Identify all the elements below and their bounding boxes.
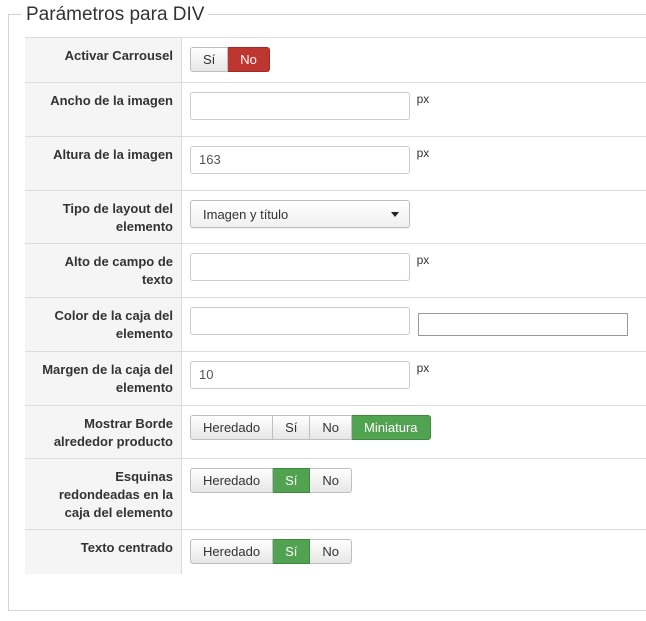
label-color-caja: Color de la caja del elemento — [25, 298, 182, 351]
value-ancho-imagen: px — [182, 83, 646, 136]
color-caja-input[interactable] — [190, 307, 410, 335]
label-tipo-layout: Tipo de layout del elemento — [25, 191, 182, 243]
esquinas-toggle-group: Heredado Sí No — [190, 468, 353, 493]
value-texto-centrado: Heredado Sí No — [182, 530, 646, 574]
row-altura-imagen: Altura de la imagen 163 px — [25, 136, 646, 190]
margen-caja-unit: px — [416, 361, 430, 375]
value-color-caja — [182, 298, 646, 351]
mostrar-borde-toggle-group: Heredado Sí No Miniatura — [190, 415, 431, 440]
texto-centrado-toggle-group: Heredado Sí No — [190, 539, 353, 564]
label-esquinas-redondeadas: Esquinas redondeadas en la caja del elem… — [25, 459, 182, 529]
esquinas-heredado-button[interactable]: Heredado — [190, 468, 274, 493]
row-esquinas-redondeadas: Esquinas redondeadas en la caja del elem… — [25, 458, 646, 529]
value-altura-imagen: 163 px — [182, 137, 646, 190]
ancho-imagen-input[interactable] — [190, 92, 410, 120]
alto-campo-texto-unit: px — [416, 253, 430, 267]
row-mostrar-borde: Mostrar Borde alrededor producto Heredad… — [25, 405, 646, 458]
borde-heredado-button[interactable]: Heredado — [190, 415, 274, 440]
value-alto-campo-texto: px — [182, 244, 646, 297]
ancho-imagen-unit: px — [416, 92, 430, 106]
value-tipo-layout: Imagen y título — [182, 191, 646, 243]
label-alto-campo-texto: Alto de campo de texto — [25, 244, 182, 297]
esquinas-si-button[interactable]: Sí — [273, 468, 311, 493]
altura-imagen-unit: px — [416, 146, 430, 160]
texto-heredado-button[interactable]: Heredado — [190, 539, 274, 564]
value-activar-carrousel: Sí No — [182, 38, 646, 82]
parameters-table: Activar Carrousel Sí No Ancho de la imag… — [25, 37, 646, 574]
label-ancho-imagen: Ancho de la imagen — [25, 83, 182, 136]
label-altura-imagen: Altura de la imagen — [25, 137, 182, 190]
label-margen-caja: Margen de la caja del elemento — [25, 352, 182, 405]
esquinas-no-button[interactable]: No — [310, 468, 353, 493]
carrousel-si-button[interactable]: Sí — [190, 47, 229, 72]
caret-down-icon — [391, 211, 399, 217]
label-texto-centrado: Texto centrado — [25, 530, 182, 574]
row-texto-centrado: Texto centrado Heredado Sí No — [25, 529, 646, 574]
label-mostrar-borde: Mostrar Borde alrededor producto — [25, 406, 182, 458]
margen-caja-input[interactable]: 10 — [190, 361, 410, 389]
alto-campo-texto-input[interactable] — [190, 253, 410, 281]
carrousel-toggle-group: Sí No — [190, 47, 270, 72]
altura-imagen-input[interactable]: 163 — [190, 146, 410, 174]
texto-no-button[interactable]: No — [310, 539, 353, 564]
row-color-caja: Color de la caja del elemento — [25, 297, 646, 351]
color-caja-swatch[interactable] — [417, 313, 628, 336]
borde-no-button[interactable]: No — [310, 415, 353, 440]
borde-miniatura-button[interactable]: Miniatura — [352, 415, 431, 440]
label-activar-carrousel: Activar Carrousel — [25, 38, 182, 82]
carrousel-no-button[interactable]: No — [228, 47, 270, 72]
row-alto-campo-texto: Alto de campo de texto px — [25, 243, 646, 297]
row-ancho-imagen: Ancho de la imagen px — [25, 82, 646, 136]
value-margen-caja: 10 px — [182, 352, 646, 405]
fieldset-legend: Parámetros para DIV — [22, 4, 209, 26]
texto-si-button[interactable]: Sí — [273, 539, 311, 564]
row-margen-caja: Margen de la caja del elemento 10 px — [25, 351, 646, 405]
row-tipo-layout: Tipo de layout del elemento Imagen y tít… — [25, 190, 646, 243]
row-activar-carrousel: Activar Carrousel Sí No — [25, 37, 646, 82]
borde-si-button[interactable]: Sí — [273, 415, 311, 440]
value-mostrar-borde: Heredado Sí No Miniatura — [182, 406, 646, 458]
tipo-layout-select[interactable]: Imagen y título — [190, 200, 410, 228]
tipo-layout-selected-value: Imagen y título — [203, 206, 289, 222]
value-esquinas-redondeadas: Heredado Sí No — [182, 459, 646, 529]
